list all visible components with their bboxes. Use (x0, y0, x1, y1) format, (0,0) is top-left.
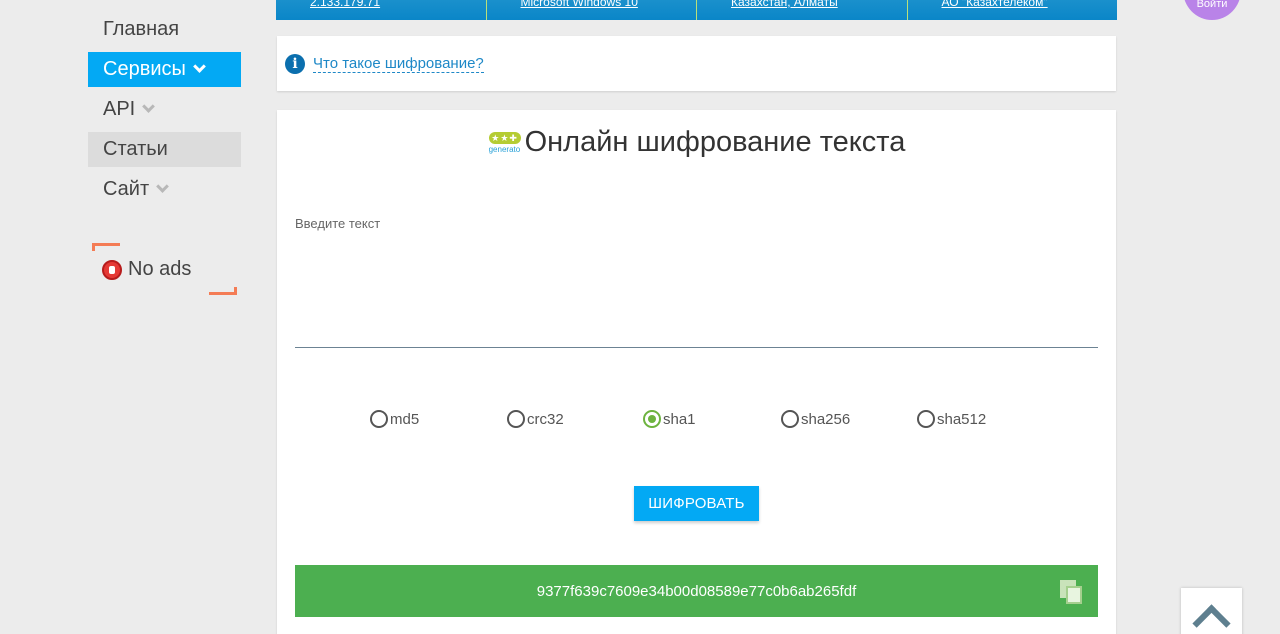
ip-link[interactable]: 2.133.179.71 (310, 0, 380, 9)
corner-decoration (92, 243, 120, 251)
corner-decoration (209, 287, 237, 295)
provider-link[interactable]: АО "Казахтелеком" (942, 0, 1048, 9)
login-button[interactable]: Войти (1183, 0, 1241, 20)
nav-item-site[interactable]: Сайт (88, 172, 241, 207)
radio-crc32[interactable]: crc32 (507, 410, 564, 428)
chevron-down-icon (142, 100, 156, 113)
visitor-info-strip: 2.133.179.71 Microsoft Windows 10 Казахс… (276, 0, 1117, 20)
encrypt-button[interactable]: ШИФРОВАТЬ (634, 486, 759, 521)
info-icon: i (285, 53, 305, 74)
text-input-label: Введите текст (295, 216, 381, 231)
encryption-card: ★★✚ generato Онлайн шифрование текста Вв… (277, 110, 1116, 634)
radio-circle (643, 410, 661, 428)
radio-circle (370, 410, 388, 428)
radio-circle (507, 410, 525, 428)
what-is-encryption-link[interactable]: Что такое шифрование? (313, 55, 484, 73)
hash-result-text: 9377f639c7609e34b00d08589e77c0b6ab265fdf (536, 582, 857, 600)
radio-circle (781, 410, 799, 428)
chevron-down-icon (193, 60, 206, 73)
nav-item-label: Сервисы (103, 58, 186, 80)
nav-item-api[interactable]: API (88, 92, 241, 127)
stop-hand-icon (102, 259, 122, 280)
location-link[interactable]: Казахстан, Алматы (731, 0, 838, 9)
radio-md5[interactable]: md5 (370, 410, 419, 428)
generato-logo: ★★✚ generato (488, 131, 521, 154)
text-input[interactable] (295, 236, 1098, 348)
nav-item-services[interactable]: Сервисы (88, 52, 241, 87)
copy-icon[interactable] (1060, 580, 1084, 604)
radio-sha256[interactable]: sha256 (781, 410, 850, 428)
hash-result[interactable]: 9377f639c7609e34b00d08589e77c0b6ab265fdf (295, 565, 1098, 617)
nav-item-label: Главная (103, 18, 180, 40)
nav-item-label: API (103, 98, 136, 120)
sidebar-nav: Главная Сервисы API Статьи Сайт (88, 12, 241, 212)
chevron-down-icon (156, 180, 169, 193)
no-ads-label: No ads (128, 258, 192, 280)
radio-circle (917, 410, 935, 428)
algorithm-radio-group: md5 crc32 sha1 sha256 sha512 (277, 410, 1116, 432)
page-title: Онлайн шифрование текста (524, 126, 906, 158)
nav-item-label: Статьи (103, 138, 168, 160)
info-card: i Что такое шифрование? (277, 36, 1116, 91)
radio-sha1[interactable]: sha1 (643, 410, 696, 428)
chevron-up-icon (1192, 604, 1231, 634)
no-ads-box[interactable]: No ads (92, 243, 237, 295)
nav-item-articles[interactable]: Статьи (88, 132, 241, 167)
nav-item-label: Сайт (103, 178, 150, 200)
scroll-to-top-button[interactable] (1181, 588, 1242, 634)
radio-sha512[interactable]: sha512 (917, 410, 986, 428)
nav-item-home[interactable]: Главная (88, 12, 241, 47)
os-label: Microsoft Windows 10 (520, 0, 638, 9)
